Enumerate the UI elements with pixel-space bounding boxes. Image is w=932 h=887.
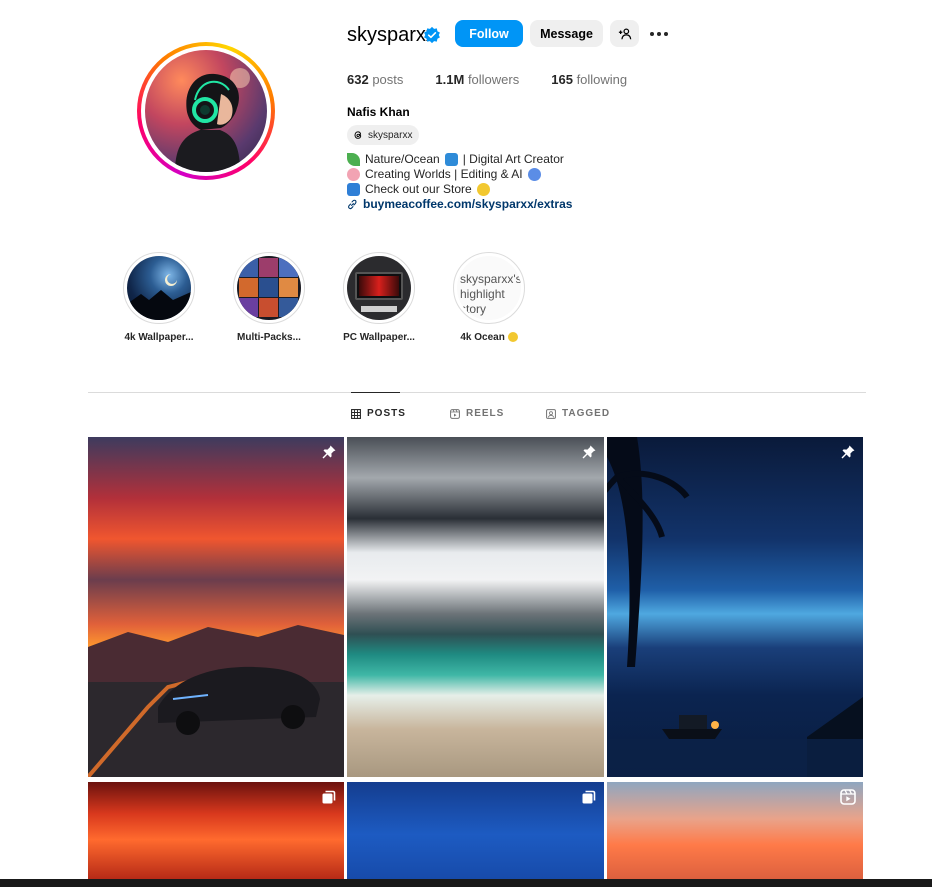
wave-emoji-icon <box>444 153 458 166</box>
message-button[interactable]: Message <box>530 20 603 47</box>
add-user-icon <box>618 27 631 39</box>
highlight-broken-image: skysparxx's highlight story <box>457 256 521 320</box>
profile-full-name: Nafis Khan <box>347 105 410 119</box>
verified-badge-icon <box>424 26 440 44</box>
pin-icon <box>322 445 336 459</box>
active-tab-indicator <box>351 392 400 393</box>
more-options-icon[interactable] <box>648 24 670 44</box>
threads-link[interactable]: skysparxx <box>347 125 420 145</box>
pin-icon <box>582 445 596 459</box>
tab-tagged[interactable]: TAGGED <box>546 408 610 419</box>
highlight-item[interactable]: PC Wallpaper... <box>338 252 420 343</box>
pin-icon <box>841 445 855 459</box>
profile-avatar[interactable] <box>137 42 275 180</box>
following-count[interactable]: 165 following <box>551 72 627 87</box>
link-icon <box>348 199 357 209</box>
highlight-cover <box>347 256 411 320</box>
bio-line: Nature/Ocean | Digital Art Creator <box>347 152 564 167</box>
post-thumbnail[interactable] <box>88 437 344 777</box>
post-thumbnail[interactable] <box>347 782 604 887</box>
post-thumbnail[interactable] <box>347 437 604 777</box>
followers-count[interactable]: 1.1M followers <box>435 72 519 87</box>
highlight-item[interactable]: skysparxx's highlight story 4k Ocean <box>448 252 530 343</box>
tab-posts[interactable]: POSTS <box>351 408 406 419</box>
threads-icon <box>354 131 362 139</box>
profile-stats: 632 posts 1.1M followers 165 following <box>347 72 659 87</box>
grid-icon <box>351 408 361 419</box>
bio-line: Creating Worlds | Editing & AI <box>347 167 564 182</box>
tab-reels[interactable]: REELS <box>450 408 504 419</box>
sparkle-emoji-icon <box>476 183 490 196</box>
carousel-icon <box>322 790 336 804</box>
posts-count: 632 posts <box>347 72 404 87</box>
tabs-divider <box>88 392 866 393</box>
down-arrow-emoji-icon <box>347 183 360 196</box>
highlight-label: 4k Wallpaper... <box>124 332 194 343</box>
follow-button[interactable]: Follow <box>455 20 523 47</box>
highlight-label: Multi-Packs... <box>237 332 301 343</box>
profile-external-link[interactable]: buymeacoffee.com/skysparxx/extras <box>347 197 572 211</box>
leaf-emoji-icon <box>347 153 360 166</box>
reels-icon <box>450 408 460 419</box>
highlight-item[interactable]: Multi-Packs... <box>228 252 310 343</box>
profile-bio: Nature/Ocean | Digital Art Creator Creat… <box>347 152 564 197</box>
tagged-icon <box>546 408 556 419</box>
post-thumbnail[interactable] <box>607 437 863 777</box>
highlight-label: PC Wallpaper... <box>343 332 415 343</box>
highlight-label: 4k Ocean <box>448 332 530 343</box>
brain-emoji-icon <box>347 168 360 181</box>
gem-emoji-icon <box>527 168 541 181</box>
highlight-cover <box>127 256 191 320</box>
avatar-image <box>145 50 267 172</box>
window-bottom-bar <box>0 879 932 887</box>
bio-line: Check out our Store <box>347 182 564 197</box>
suggest-users-button[interactable] <box>610 20 639 47</box>
carousel-icon <box>582 790 596 804</box>
sparkle-emoji-icon <box>507 332 518 343</box>
profile-header: skysparxx Follow Message 632 posts 1.1M … <box>0 0 932 240</box>
highlight-item[interactable]: 4k Wallpaper... <box>118 252 200 343</box>
post-thumbnail[interactable] <box>607 782 863 887</box>
post-thumbnail[interactable] <box>88 782 344 887</box>
highlight-cover <box>237 256 301 320</box>
reel-icon <box>840 789 856 805</box>
